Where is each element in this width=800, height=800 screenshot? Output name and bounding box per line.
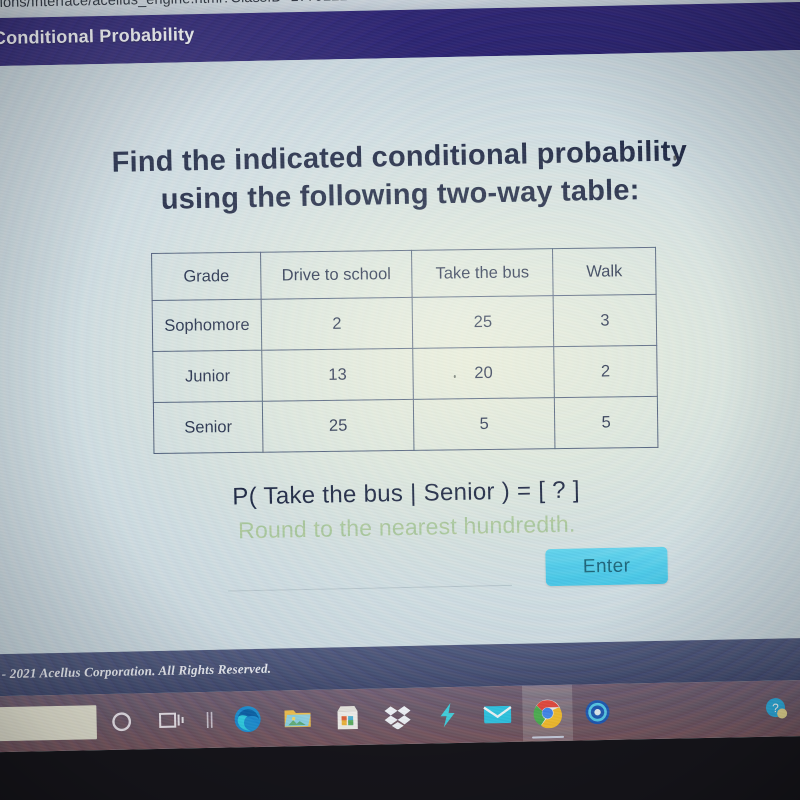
lesson-canvas: Find the indicated conditional probabili… bbox=[0, 49, 800, 655]
svg-text:?: ? bbox=[772, 701, 779, 715]
cell-senior-walk: 5 bbox=[554, 396, 658, 449]
cell-junior-walk: 2 bbox=[553, 345, 658, 398]
cell-junior-drive: 13 bbox=[261, 348, 414, 402]
system-tray: ? bbox=[756, 679, 800, 737]
taskbar-divider-icon bbox=[196, 692, 223, 749]
two-way-table: Grade Drive to school Take the bus Walk … bbox=[151, 247, 658, 454]
taskbar-search-box[interactable] bbox=[0, 705, 97, 742]
answer-input[interactable] bbox=[227, 551, 513, 592]
cell-senior-bus: 5 bbox=[413, 397, 555, 451]
cell-sophomore-walk: 3 bbox=[553, 294, 657, 347]
column-header-bus: Take the bus bbox=[411, 248, 554, 298]
blue-app-icon[interactable] bbox=[572, 684, 623, 741]
edge-icon[interactable] bbox=[222, 691, 273, 748]
lightning-app-icon[interactable] bbox=[422, 687, 473, 744]
column-header-walk: Walk bbox=[552, 247, 657, 296]
table-header-row: Grade Drive to school Take the bus Walk bbox=[151, 247, 657, 301]
photo-of-monitor: ctions/Interface/acellus_engine.html?Cla… bbox=[0, 0, 800, 800]
monitor-screen: ctions/Interface/acellus_engine.html?Cla… bbox=[0, 0, 800, 753]
column-header-drive: Drive to school bbox=[260, 250, 413, 300]
taskbar-icon-group bbox=[96, 684, 623, 751]
url-text: ctions/Interface/acellus_engine.html?Cla… bbox=[0, 0, 372, 11]
column-header-grade: Grade bbox=[151, 252, 262, 301]
copyright-text: 3 - 2021 Acellus Corporation. All Rights… bbox=[0, 660, 272, 682]
enter-button[interactable]: Enter bbox=[545, 546, 668, 587]
page-title: Conditional Probability bbox=[0, 24, 195, 49]
task-view-icon[interactable] bbox=[146, 692, 197, 749]
answer-row: Enter bbox=[227, 546, 688, 595]
row-label-sophomore: Sophomore bbox=[152, 299, 262, 352]
cell-junior-bus: 20 bbox=[412, 346, 555, 400]
dropbox-icon[interactable] bbox=[372, 688, 423, 745]
file-explorer-icon[interactable] bbox=[272, 690, 323, 747]
table-row: Sophomore 2 25 3 bbox=[152, 294, 657, 352]
cell-senior-drive: 25 bbox=[262, 399, 414, 453]
two-way-table-wrapper: Grade Drive to school Take the bus Walk … bbox=[151, 247, 658, 454]
cell-sophomore-drive: 2 bbox=[261, 297, 413, 351]
cell-sophomore-bus: 25 bbox=[412, 295, 554, 349]
mail-icon[interactable] bbox=[472, 686, 523, 743]
table-row: Senior 25 5 5 bbox=[153, 396, 658, 454]
microsoft-store-icon[interactable] bbox=[322, 689, 373, 746]
chrome-icon[interactable] bbox=[522, 684, 574, 742]
help-icon[interactable]: ? bbox=[756, 680, 797, 737]
row-label-junior: Junior bbox=[152, 350, 263, 403]
cortana-icon[interactable] bbox=[96, 693, 147, 750]
table-row: Junior 13 20 2 bbox=[152, 345, 658, 403]
row-label-senior: Senior bbox=[153, 401, 263, 454]
question-prompt: Find the indicated conditional probabili… bbox=[0, 129, 800, 223]
